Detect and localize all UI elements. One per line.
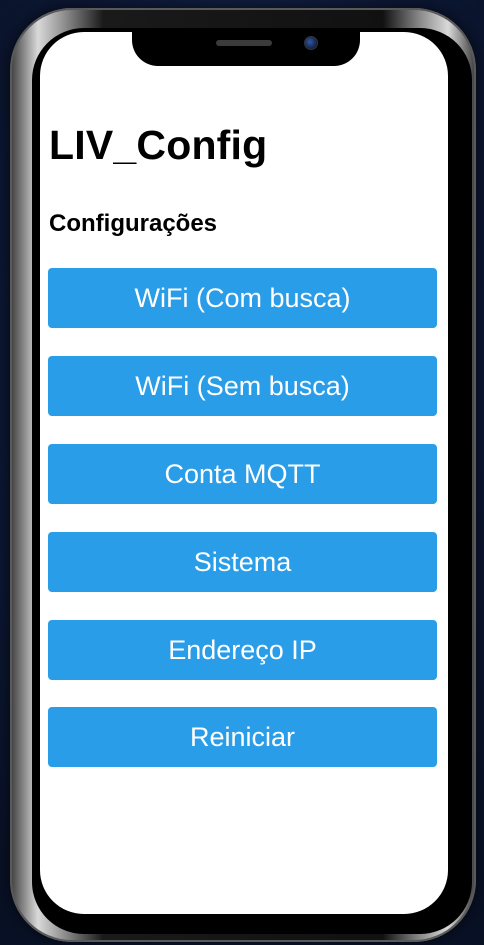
page-title: LIV_Config <box>49 122 268 168</box>
phone-notch <box>132 30 360 66</box>
wifi-with-scan-button[interactable]: WiFi (Com busca) <box>48 268 437 328</box>
mqtt-account-button[interactable]: Conta MQTT <box>48 444 437 504</box>
front-camera-icon <box>304 36 318 50</box>
wifi-without-scan-button[interactable]: WiFi (Sem busca) <box>48 356 437 416</box>
earpiece-speaker-icon <box>216 40 272 46</box>
ip-address-button[interactable]: Endereço IP <box>48 620 437 680</box>
system-button[interactable]: Sistema <box>48 532 437 592</box>
section-title: Configurações <box>49 210 218 237</box>
restart-button[interactable]: Reiniciar <box>48 707 437 767</box>
phone-screen: LIV_Config Configurações WiFi (Com busca… <box>40 32 448 914</box>
